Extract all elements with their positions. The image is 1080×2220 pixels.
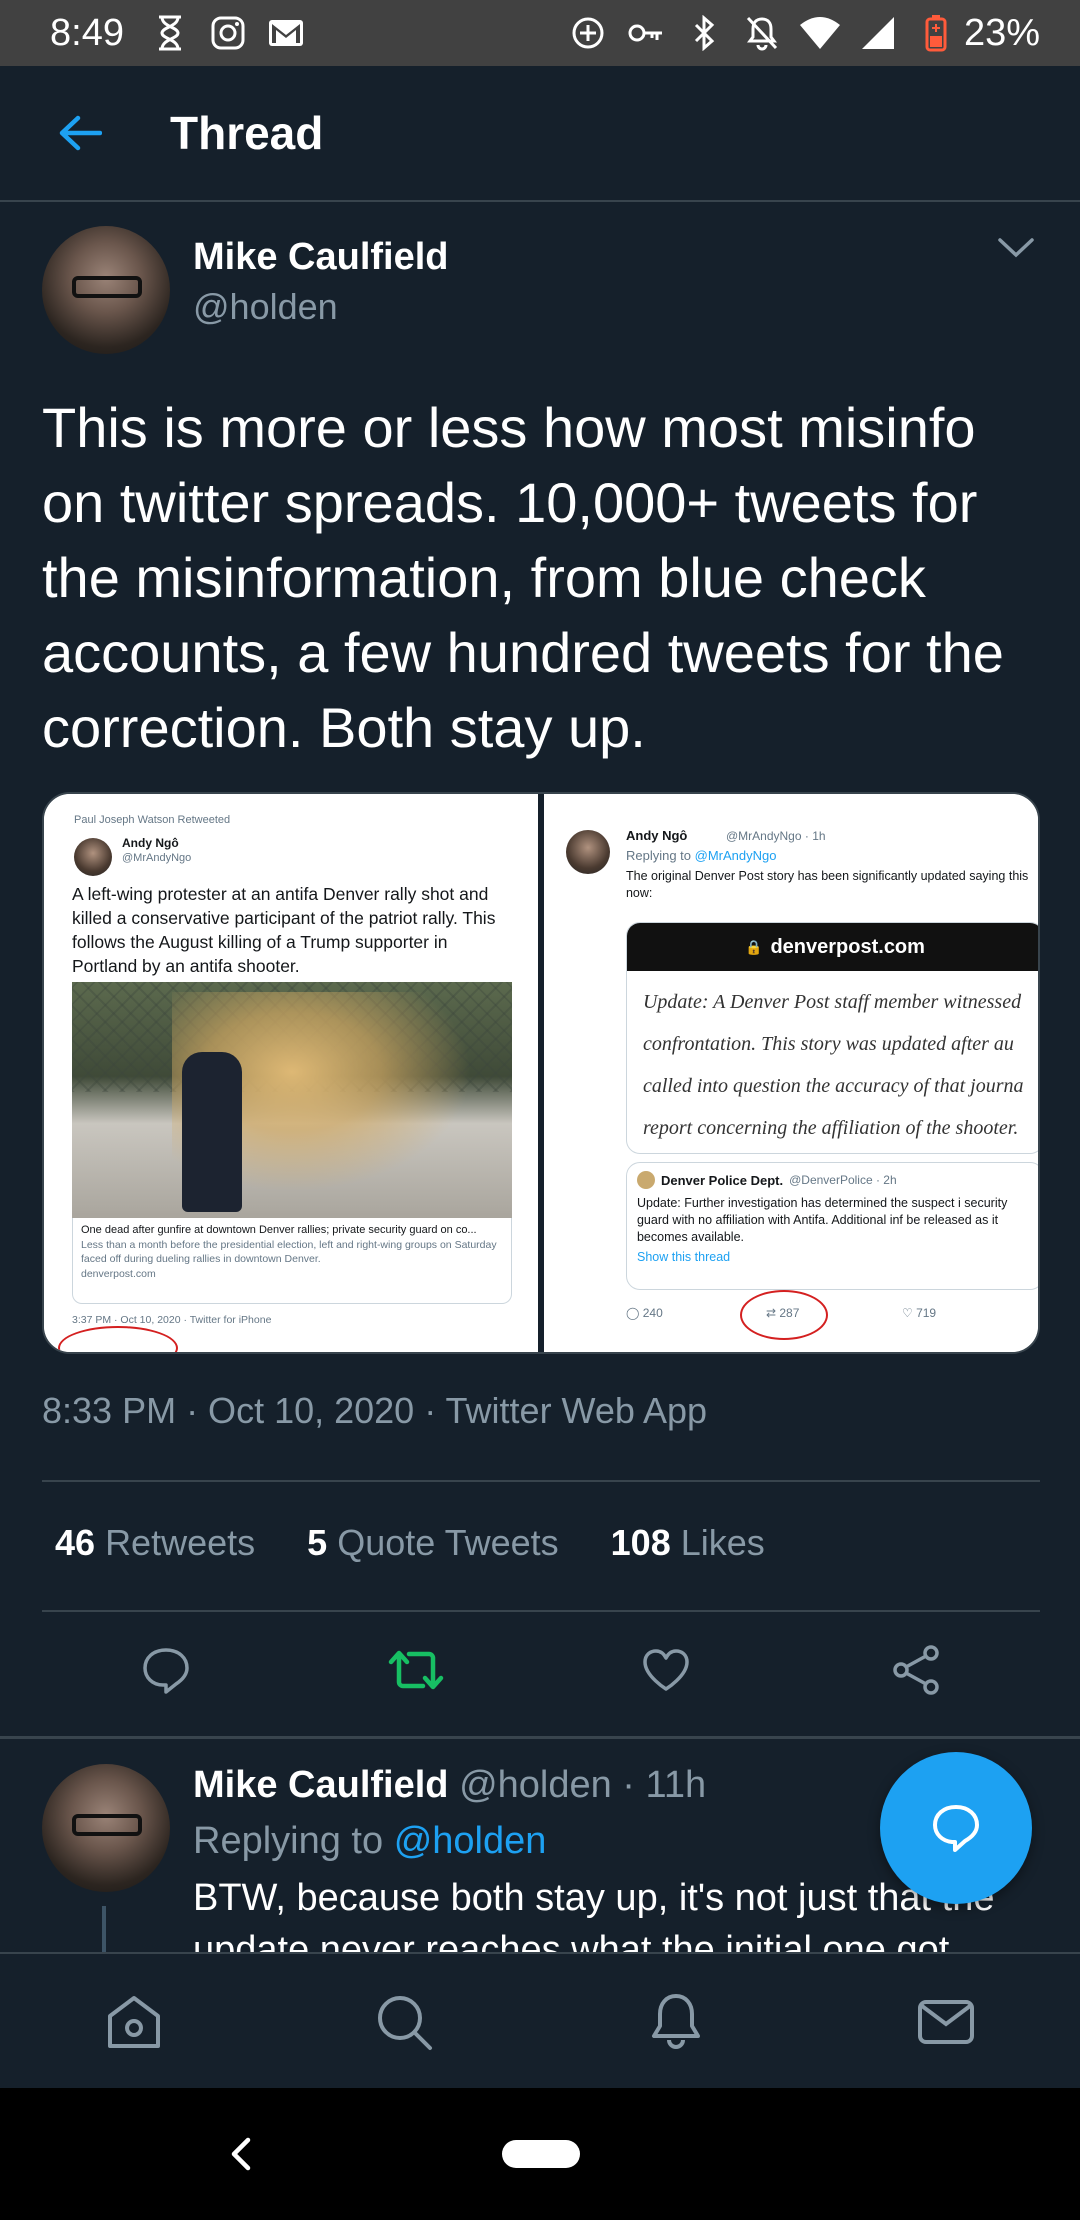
mute-icon <box>742 13 782 53</box>
tweet-text: This is more or less how most misinfo on… <box>42 396 1004 759</box>
mini-replies: ◯ 240 <box>625 1306 663 1320</box>
reply-avatar[interactable] <box>42 1764 170 1892</box>
mini-likes: ♡ 719 <box>901 1306 937 1320</box>
hourglass-icon <box>150 13 190 53</box>
retweeted-by: Paul Joseph Watson Retweeted <box>74 814 231 826</box>
mini-replying: Replying to @MrAndyNgo <box>625 848 777 863</box>
mini-avatar <box>565 830 610 874</box>
share-icon[interactable] <box>886 1640 946 1700</box>
divider <box>42 1610 1040 1612</box>
red-annotation <box>739 1290 828 1340</box>
signal-icon <box>858 13 898 53</box>
system-back-icon[interactable] <box>222 2130 258 2178</box>
page-title: Thread <box>170 107 324 159</box>
battery-icon <box>916 13 956 53</box>
divider <box>42 1480 1040 1482</box>
notifications-icon[interactable] <box>638 1984 714 2060</box>
tweet-stats: 46 Retweets 5 Quote Tweets 108 Likes <box>55 1522 765 1564</box>
quote-tweets-count[interactable]: 5 Quote Tweets <box>307 1522 559 1564</box>
system-nav-bar <box>0 2088 1080 2220</box>
vpn-key-icon <box>626 13 666 53</box>
back-arrow-icon[interactable] <box>40 93 120 173</box>
home-icon[interactable] <box>96 1984 172 2060</box>
system-home-pill[interactable] <box>502 2140 580 2168</box>
messages-icon[interactable] <box>908 1984 984 2060</box>
reply-mention-link[interactable]: @holden <box>394 1820 547 1862</box>
denver-police-quote: Denver Police Dept. @DenverPolice · 2h U… <box>625 1162 1038 1290</box>
mini-tweet-text: A left-wing protester at an antifa Denve… <box>72 884 496 976</box>
retweet-icon[interactable] <box>386 1640 446 1700</box>
thread-connector <box>102 1906 106 1952</box>
reply-icon[interactable] <box>136 1640 196 1700</box>
tweet-media[interactable]: Paul Joseph Watson Retweeted Andy Ngô @M… <box>42 792 1040 1354</box>
app-header: Thread <box>0 66 1080 202</box>
red-annotation <box>58 1326 178 1352</box>
status-time: 8:49 <box>50 11 124 54</box>
reply-replying-to: Replying to @holden <box>193 1820 547 1862</box>
compose-button[interactable] <box>880 1752 1032 1904</box>
mini-tweet-text: The original Denver Post story has been … <box>625 869 1029 900</box>
media-right-screenshot[interactable]: Andy Ngô @MrAndyNgo · 1h Replying to @Mr… <box>543 794 1038 1352</box>
battery-percent: 23% <box>963 11 1040 54</box>
card-title: One dead after gunfire at downtown Denve… <box>81 1224 477 1236</box>
data-saver-icon <box>568 13 608 53</box>
gmail-icon <box>266 13 306 53</box>
mini-name: Andy Ngô <box>625 828 688 843</box>
link-card: One dead after gunfire at downtown Denve… <box>72 1218 512 1304</box>
compose-icon <box>933 1805 979 1852</box>
author-handle[interactable]: @holden <box>193 286 338 328</box>
bluetooth-icon <box>684 13 724 53</box>
avatar[interactable] <box>42 226 170 354</box>
section-divider <box>0 1736 1080 1739</box>
denverpost-quote: 🔒 denverpost.com Update: A Denver Post st… <box>625 922 1038 1154</box>
protest-photo <box>72 982 512 1218</box>
mini-handle-time: @MrAndyNgo · 1h <box>725 829 826 843</box>
author-name[interactable]: Mike Caulfield <box>193 236 449 279</box>
mini-footer: 3:37 PM · Oct 10, 2020 · Twitter for iPh… <box>72 1314 272 1326</box>
reply-header[interactable]: Mike Caulfield @holden · 11h <box>193 1764 706 1807</box>
mini-handle: @MrAndyNgo <box>122 852 192 864</box>
status-bar: 8:49 23% <box>0 0 1080 66</box>
instagram-icon <box>208 13 248 53</box>
likes-count[interactable]: 108 Likes <box>611 1522 765 1564</box>
tweet-actions <box>0 1640 1080 1710</box>
search-icon[interactable] <box>366 1984 442 2060</box>
mini-avatar <box>74 838 112 876</box>
bottom-nav <box>0 1952 1080 2088</box>
post-domain: denverpost.com <box>770 935 925 958</box>
chevron-down-icon[interactable] <box>996 236 1044 272</box>
tweet-timestamp[interactable]: 8:33 PM · Oct 10, 2020 · Twitter Web App <box>42 1390 707 1432</box>
card-desc: Less than a month before the presidentia… <box>81 1239 497 1265</box>
media-left-screenshot[interactable]: Paul Joseph Watson Retweeted Andy Ngô @M… <box>44 794 539 1352</box>
like-icon[interactable] <box>636 1640 696 1700</box>
post-text: Update: A Denver Post staff member witne… <box>642 991 1024 1139</box>
mini-name: Andy Ngô <box>122 836 179 850</box>
card-domain: denverpost.com <box>81 1268 156 1280</box>
wifi-icon <box>799 13 840 53</box>
retweets-count[interactable]: 46 Retweets <box>55 1522 255 1564</box>
